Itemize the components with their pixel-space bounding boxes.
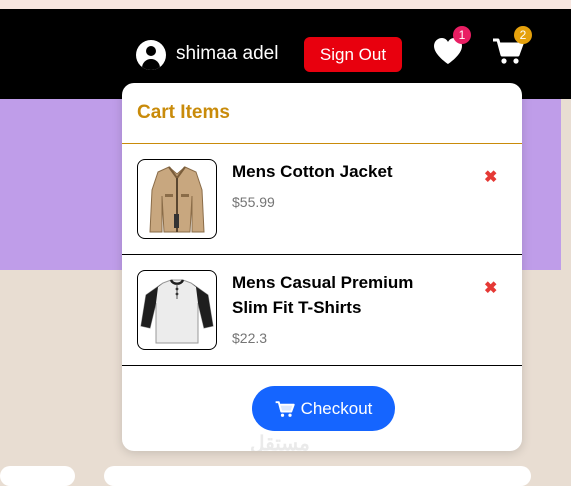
divider bbox=[122, 365, 522, 366]
cart-item-name: Mens Casual Premium Slim Fit T-Shirts bbox=[232, 273, 414, 317]
sign-out-button[interactable]: Sign Out bbox=[304, 37, 402, 72]
jacket-image bbox=[137, 159, 217, 239]
cart-title: Cart Items bbox=[137, 102, 230, 123]
favorites-count-badge: 1 bbox=[453, 26, 471, 44]
divider bbox=[122, 254, 522, 255]
cart-item-price: $55.99 bbox=[232, 194, 275, 210]
page-edge bbox=[561, 99, 571, 480]
cart-icon bbox=[275, 400, 295, 417]
product-card[interactable] bbox=[0, 466, 75, 486]
divider bbox=[122, 143, 522, 144]
user-circle-icon[interactable] bbox=[136, 40, 166, 70]
tshirt-image bbox=[137, 270, 217, 350]
cart-dropdown: Cart Items Mens Cotton Jacket $55.99 ✖ M… bbox=[122, 83, 522, 451]
checkout-label: Checkout bbox=[300, 398, 373, 418]
watermark: مستقل bbox=[250, 433, 310, 451]
remove-item-button[interactable]: ✖ bbox=[484, 167, 497, 187]
product-card[interactable] bbox=[104, 466, 531, 486]
checkout-button[interactable]: Checkout bbox=[252, 386, 395, 431]
cart-count-badge: 2 bbox=[514, 26, 532, 44]
remove-item-button[interactable]: ✖ bbox=[484, 278, 497, 298]
top-strip bbox=[0, 0, 571, 9]
user-name[interactable]: shimaa adel bbox=[176, 43, 278, 65]
cart-item-price: $22.3 bbox=[232, 330, 268, 346]
cart-item-name: Mens Cotton Jacket bbox=[232, 162, 393, 181]
